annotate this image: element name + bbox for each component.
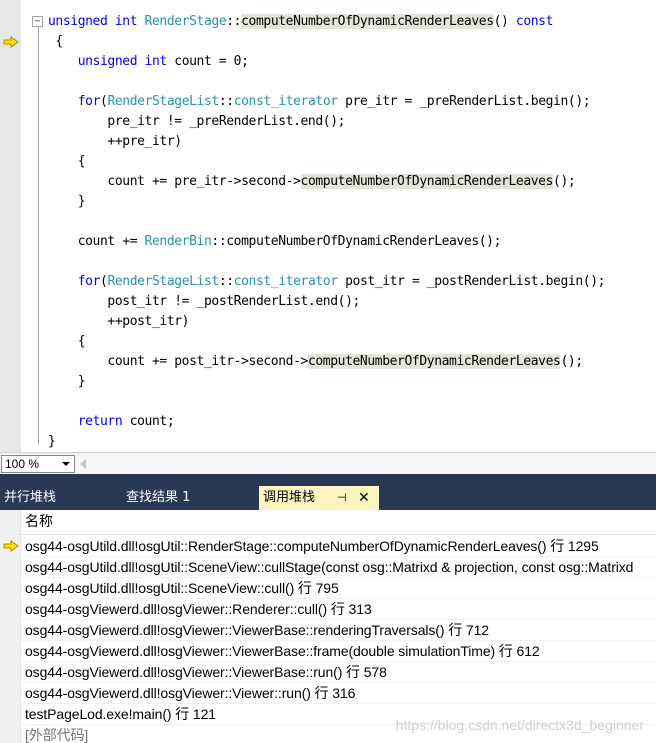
code-token: () — [493, 14, 516, 29]
code-token: ++pre_itr) — [48, 134, 182, 149]
tab-parallel-stacks[interactable]: 并行堆栈 — [0, 486, 60, 510]
code-line[interactable]: unsigned int RenderStage::computeNumberO… — [48, 12, 553, 32]
code-line[interactable]: post_itr != _postRenderList.end(); — [48, 292, 360, 312]
call-stack-row[interactable]: osg44-osgUtild.dll!osgUtil::SceneView::c… — [0, 578, 656, 599]
code-token: count = 0; — [166, 54, 249, 69]
code-token: count += — [48, 234, 145, 249]
call-stack-frame-text: osg44-osgUtild.dll!osgUtil::SceneView::c… — [25, 580, 339, 596]
scroll-left-arrow-icon[interactable] — [80, 459, 86, 469]
tab-call-stack-label: 调用堆栈 — [263, 490, 316, 505]
code-token: { — [48, 334, 86, 349]
call-stack-row[interactable]: osg44-osgUtild.dll!osgUtil::RenderStage:… — [0, 536, 656, 557]
call-stack-frame-text: osg44-osgUtild.dll!osgUtil::SceneView::c… — [25, 559, 634, 575]
pin-icon[interactable]: ⊣ — [337, 492, 349, 504]
current-frame-arrow-icon — [3, 540, 19, 552]
code-line[interactable]: for(RenderStageList::const_iterator post… — [48, 272, 606, 292]
code-token: const — [515, 14, 554, 29]
code-token: { — [48, 154, 86, 169]
code-token: post_itr = _postRenderList.begin(); — [337, 274, 606, 289]
code-line[interactable]: { — [48, 152, 86, 172]
call-stack-frame-text: osg44-osgViewerd.dll!osgViewer::ViewerBa… — [25, 664, 387, 680]
code-token: ::computeNumberOfDynamicRenderLeaves(); — [211, 234, 502, 249]
call-stack-frame-text: [外部代码] — [25, 727, 89, 743]
code-token: computeNumberOfDynamicRenderLeaves — [241, 14, 494, 29]
code-line[interactable]: count += pre_itr->second->computeNumberO… — [48, 172, 576, 192]
call-stack-row[interactable]: osg44-osgViewerd.dll!osgViewer::ViewerBa… — [0, 662, 656, 683]
code-line[interactable]: { — [48, 32, 63, 52]
code-line[interactable]: return count; — [48, 412, 175, 432]
watermark: https://blog.csdn.net/directx3d_beginner — [395, 717, 644, 733]
code-line[interactable]: } — [48, 192, 86, 212]
editor-gutter[interactable] — [0, 0, 21, 452]
code-line[interactable]: ++post_itr) — [48, 312, 189, 332]
call-stack-frame-text: osg44-osgViewerd.dll!osgViewer::ViewerBa… — [25, 622, 489, 638]
code-line[interactable]: } — [48, 372, 86, 392]
code-token: pre_itr != _preRenderList.end(); — [48, 114, 346, 129]
code-token: count += post_itr->second-> — [48, 354, 308, 369]
code-line[interactable]: { — [48, 332, 86, 352]
call-stack-frame-text: osg44-osgViewerd.dll!osgViewer::Viewer::… — [25, 685, 356, 701]
code-token: unsigned int — [77, 54, 168, 69]
code-token: for — [77, 94, 101, 109]
code-token: (); — [560, 354, 583, 369]
code-line[interactable]: unsigned int count = 0; — [48, 52, 249, 72]
code-line[interactable]: count += RenderBin::computeNumberOfDynam… — [48, 232, 502, 252]
editor-zoom-bar: 100 % — [0, 452, 656, 474]
code-token: RenderStageList — [107, 274, 219, 289]
code-token: const_iterator — [233, 274, 338, 289]
current-statement-arrow-icon — [3, 36, 19, 48]
code-token: pre_itr = _preRenderList.begin(); — [337, 94, 591, 109]
call-stack-row[interactable]: osg44-osgViewerd.dll!osgViewer::Renderer… — [0, 599, 656, 620]
code-token: count; — [122, 414, 175, 429]
code-token: RenderStageList — [107, 94, 219, 109]
call-stack-panel[interactable]: 名称 osg44-osgUtild.dll!osgUtil::RenderSta… — [0, 510, 656, 743]
chevron-down-icon — [62, 462, 70, 466]
call-stack-row[interactable]: osg44-osgViewerd.dll!osgViewer::ViewerBa… — [0, 620, 656, 641]
code-token: RenderStage — [144, 14, 227, 29]
code-token: (); — [553, 174, 576, 189]
code-line[interactable]: } — [48, 432, 56, 452]
code-token: } — [48, 194, 86, 209]
tab-find-results[interactable]: 查找结果 1 — [122, 486, 194, 510]
code-token: count += pre_itr->second-> — [48, 174, 301, 189]
tool-window-tabbar: 并行堆栈 查找结果 1 调用堆栈 ⊣ ✕ — [0, 474, 656, 510]
call-stack-row[interactable]: osg44-osgViewerd.dll!osgViewer::Viewer::… — [0, 683, 656, 704]
zoom-level-dropdown[interactable]: 100 % — [1, 455, 75, 473]
code-token: RenderBin — [144, 234, 212, 249]
code-token: computeNumberOfDynamicRenderLeaves — [300, 174, 554, 189]
zoom-level-value: 100 % — [5, 457, 40, 471]
code-line[interactable]: ++pre_itr) — [48, 132, 182, 152]
code-token: for — [77, 274, 101, 289]
call-stack-frame-text: testPageLod.exe!main() 行 121 — [25, 706, 216, 722]
code-token: const_iterator — [233, 94, 338, 109]
column-header-name[interactable]: 名称 — [21, 510, 656, 535]
code-token: ++post_itr) — [48, 314, 190, 329]
code-token: :: — [226, 14, 242, 29]
call-stack-frame-text: osg44-osgViewerd.dll!osgViewer::ViewerBa… — [25, 643, 540, 659]
call-stack-row[interactable]: osg44-osgUtild.dll!osgUtil::SceneView::c… — [0, 557, 656, 578]
call-stack-frame-text: osg44-osgViewerd.dll!osgViewer::Renderer… — [25, 601, 372, 617]
code-token: } — [48, 374, 86, 389]
code-token: unsigned int — [48, 14, 145, 29]
code-token: } — [48, 434, 56, 449]
call-stack-row[interactable]: osg44-osgViewerd.dll!osgViewer::ViewerBa… — [0, 641, 656, 662]
code-editor[interactable]: − unsigned int RenderStage::computeNumbe… — [0, 0, 656, 452]
code-token: :: — [218, 94, 234, 109]
code-token: return — [77, 414, 123, 429]
code-line[interactable]: pre_itr != _preRenderList.end(); — [48, 112, 345, 132]
code-line[interactable]: count += post_itr->second->computeNumber… — [48, 352, 583, 372]
code-line[interactable]: for(RenderStageList::const_iterator pre_… — [48, 92, 591, 112]
fold-guide-line — [38, 26, 39, 444]
code-token: computeNumberOfDynamicRenderLeaves — [307, 354, 561, 369]
code-token: { — [48, 34, 63, 49]
code-token: post_itr != _postRenderList.end(); — [48, 294, 360, 309]
close-icon[interactable]: ✕ — [358, 491, 372, 505]
code-token: :: — [218, 274, 234, 289]
call-stack-frame-text: osg44-osgUtild.dll!osgUtil::RenderStage:… — [25, 538, 599, 554]
